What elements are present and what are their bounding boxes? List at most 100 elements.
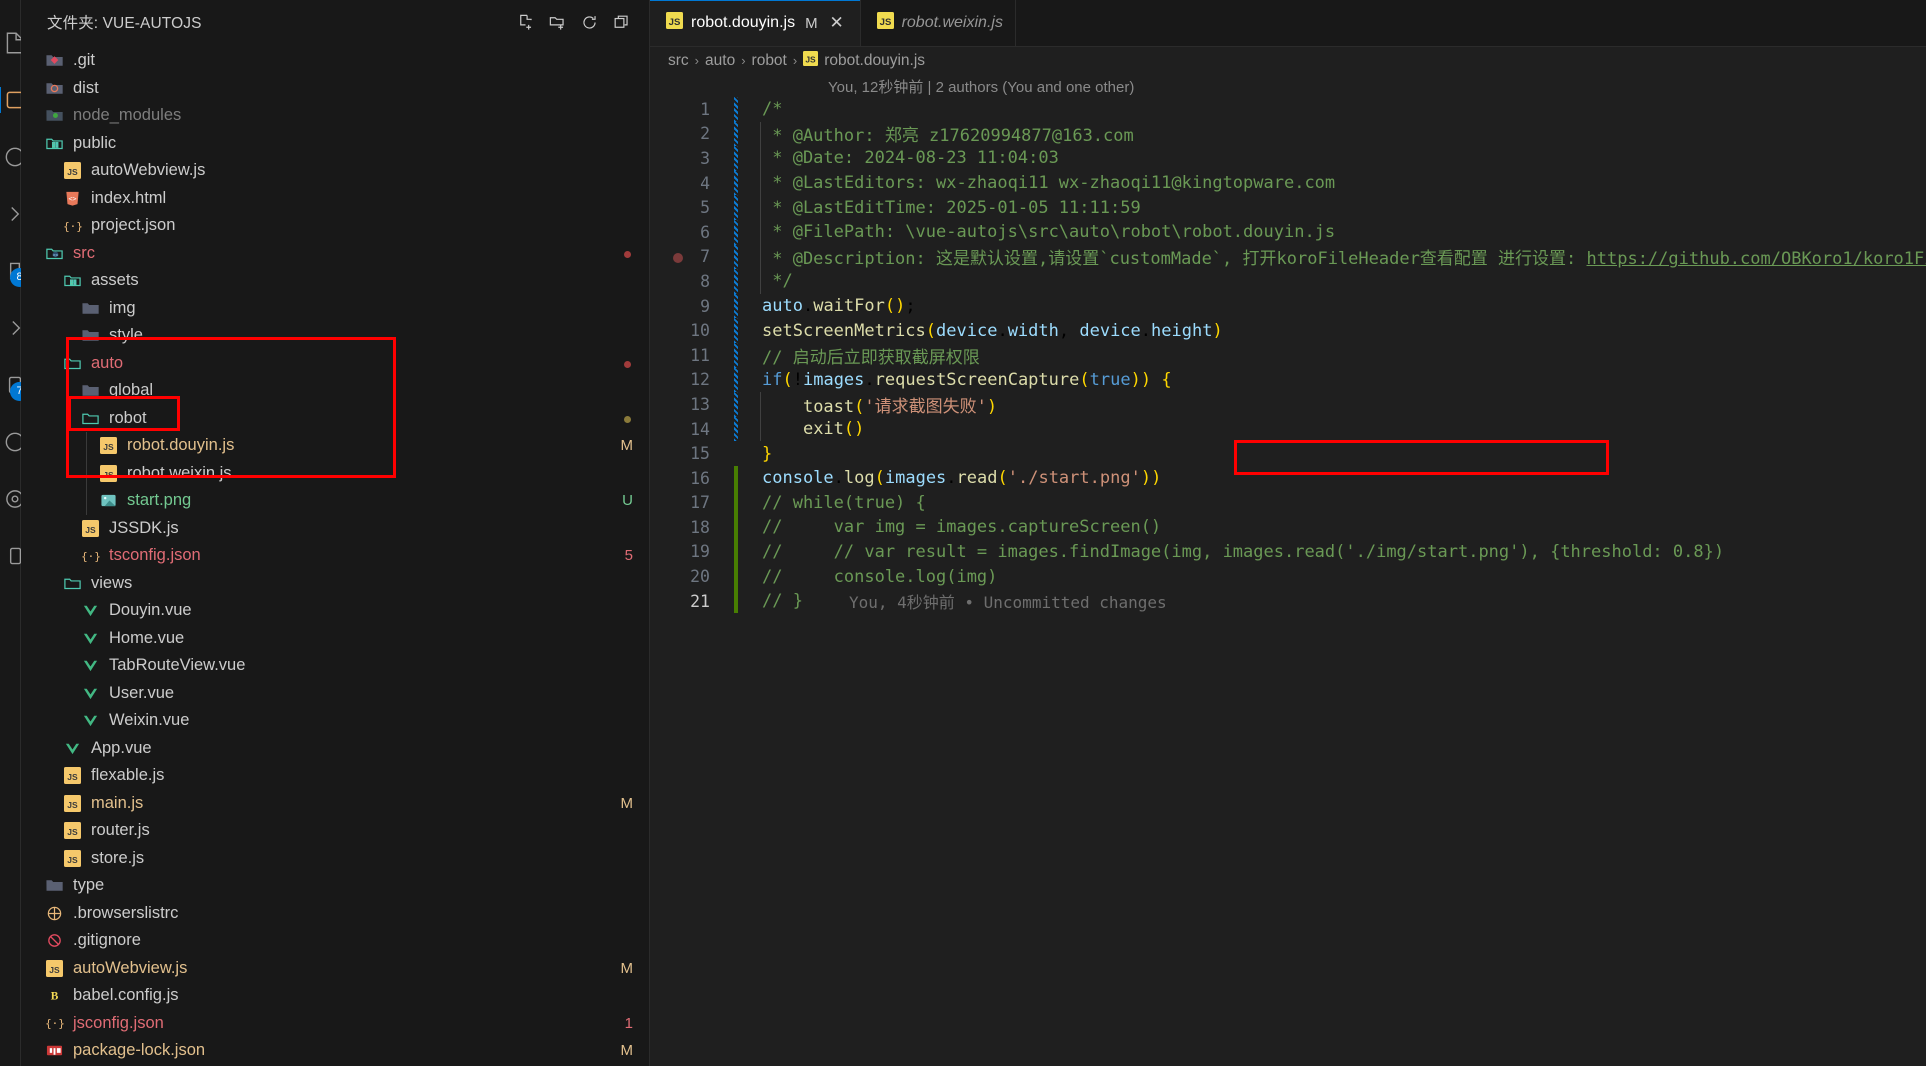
code-line[interactable]: 9 auto.waitFor(); xyxy=(650,293,1926,319)
tree-file-project-json[interactable]: {·} project.json xyxy=(21,212,649,240)
activitybar-item-testing[interactable]: 7 xyxy=(0,356,29,413)
code-line[interactable]: 15} xyxy=(650,441,1926,466)
tree-folder-node-modules[interactable]: node_modules xyxy=(21,102,649,130)
activitybar-item-more[interactable] xyxy=(0,527,22,584)
code-line[interactable]: 10 setScreenMetrics(device.width, device.… xyxy=(650,318,1926,343)
tree-file-tsconfig-json[interactable]: {·} tsconfig.json 5 xyxy=(21,542,649,570)
tab-robot-douyin-js[interactable]: JS robot.douyin.js M ✕ xyxy=(650,0,861,46)
tree-folder-src[interactable]: <> src xyxy=(21,240,649,268)
tree-file-tabrouteview-vue[interactable]: TabRouteView.vue xyxy=(21,652,649,680)
breadcrumb-item-robot[interactable]: robot xyxy=(752,52,787,70)
tree-folder-dist[interactable]: dist xyxy=(21,75,649,103)
code-line[interactable]: 12 if(!images.requestScreenCapture(true))… xyxy=(650,367,1926,393)
breadcrumb-item-auto[interactable]: auto xyxy=(705,52,735,70)
code-line[interactable]: 6 * @FilePath: \vue-autojs\src\auto\robo… xyxy=(650,219,1926,245)
svg-text:B: B xyxy=(51,991,59,1003)
tree-file-start-png[interactable]: start.png U xyxy=(21,487,649,515)
collapse-all-button[interactable] xyxy=(608,9,635,36)
js-icon: JS xyxy=(61,822,84,840)
breadcrumb-item-src[interactable]: src xyxy=(668,52,689,70)
tree-file-home-vue[interactable]: Home.vue xyxy=(21,625,649,653)
tree-folder-style[interactable]: style xyxy=(21,322,649,350)
new-folder-button[interactable] xyxy=(544,9,571,36)
tree-file-jssdk-js[interactable]: JS JSSDK.js xyxy=(21,515,649,543)
code-line[interactable]: 16 console.log(images.read('./start.png')… xyxy=(650,465,1926,491)
tree-item-label: store.js xyxy=(91,848,145,867)
code-line[interactable]: 17 // while(true) { xyxy=(650,490,1926,516)
activitybar-item-remote[interactable] xyxy=(0,299,21,356)
code-line[interactable]: 20 // console.log(img) xyxy=(650,564,1926,589)
code-text: * @Author: 郑亮 z17620994877@163.com xyxy=(762,126,1134,147)
editor-tab-bar: JS robot.douyin.js M ✕ JS robot.weixin.j… xyxy=(650,0,1926,47)
new-file-button[interactable] xyxy=(512,9,539,36)
tree-file-weixin-vue[interactable]: Weixin.vue xyxy=(21,707,649,735)
tree-file-babel-config-js[interactable]: Bbabel.config.js xyxy=(21,982,649,1010)
tree-file-index-html[interactable]: <> index.html xyxy=(21,185,649,213)
git-status-dot xyxy=(624,360,631,368)
activitybar-item-source-control[interactable] xyxy=(0,128,25,185)
svg-text:<>: <> xyxy=(53,253,59,258)
tree-file-robot-weixin-js[interactable]: JS robot.weixin.js xyxy=(21,459,649,488)
code-line[interactable]: 4 * @LastEditors: wx-zhaoqi11 wx-zhaoqi1… xyxy=(650,170,1926,196)
explorer-actions xyxy=(512,9,635,36)
tree-item-label: .gitignore xyxy=(73,931,141,950)
tree-file-router-js[interactable]: JS router.js xyxy=(21,817,649,845)
tree-file-douyin-vue[interactable]: Douyin.vue xyxy=(21,597,649,625)
tree-item-label: dist xyxy=(73,78,99,97)
tree-folder-public[interactable]: public xyxy=(21,130,649,158)
assets-icon xyxy=(61,271,84,290)
code-line[interactable]: 2 * @Author: 郑亮 z17620994877@163.com xyxy=(650,121,1926,147)
tree-file-browserslistrc[interactable]: .browserslistrc xyxy=(21,900,649,928)
tree-folder-img[interactable]: img xyxy=(21,295,649,323)
tree-file-autowebview-js[interactable]: JS autoWebview.js xyxy=(21,157,649,185)
tree-folder-global[interactable]: global xyxy=(21,377,649,405)
vue-icon xyxy=(61,740,84,757)
tree-file-gitignore[interactable]: .gitignore xyxy=(21,927,649,955)
tree-folder-assets[interactable]: assets xyxy=(21,267,649,295)
breadcrumb-item-file[interactable]: JS robot.douyin.js xyxy=(803,50,925,71)
tree-folder-views[interactable]: views xyxy=(21,570,649,598)
line-number: 11 xyxy=(690,345,710,365)
activitybar-item-search[interactable] xyxy=(0,71,24,128)
tree-file-main-js[interactable]: JS main.js M xyxy=(21,790,649,818)
tree-file-autowebview-js[interactable]: JS autoWebview.js M xyxy=(21,955,649,983)
activitybar-item-settings[interactable] xyxy=(0,470,24,527)
tree-file-store-js[interactable]: JS store.js xyxy=(21,845,649,873)
code-line[interactable]: 13 toast('请求截图失败') xyxy=(650,392,1926,417)
refresh-button[interactable] xyxy=(576,9,603,36)
code-line[interactable]: 1 /* xyxy=(650,97,1926,122)
tree-file-app-vue[interactable]: App.vue xyxy=(21,735,649,763)
code-line[interactable]: 11 // 启动后立即获取截屏权限 xyxy=(650,342,1926,368)
code-line[interactable]: 14 exit() xyxy=(650,416,1926,442)
tree-folder-robot[interactable]: robot xyxy=(21,405,649,433)
code-line[interactable]: 18 // var img = images.captureScreen() xyxy=(650,515,1926,540)
tree-file-flexable-js[interactable]: JS flexable.js xyxy=(21,762,649,790)
activitybar-item-run-debug[interactable] xyxy=(0,185,20,242)
code-text: /* xyxy=(762,99,783,120)
code-line[interactable]: 7 * @Description: 这是默认设置,请设置`customMade`… xyxy=(650,244,1926,269)
tree-folder-type[interactable]: type xyxy=(21,872,649,900)
tree-file-robot-douyin-js[interactable]: JS robot.douyin.js M xyxy=(21,432,649,460)
breadcrumb-label: robot xyxy=(751,51,787,69)
code-line[interactable]: 8 */ xyxy=(650,269,1926,294)
code-line[interactable]: 21 // } You, 4秒钟前 • Uncommitted changes xyxy=(650,588,1926,614)
breakpoint-icon[interactable] xyxy=(673,252,683,263)
tree-file-user-vue[interactable]: User.vue xyxy=(21,680,649,708)
tree-folder-auto[interactable]: auto xyxy=(21,350,649,378)
code-line[interactable]: 3 * @Date: 2024-08-23 11:04:03 xyxy=(650,146,1926,171)
code-line[interactable]: 5 * @LastEditTime: 2025-01-05 11:11:59 xyxy=(650,195,1926,220)
file-tree[interactable]: .git dist node_modules public JS autoWebview.… xyxy=(21,44,649,1066)
tree-file-jsconfig-json[interactable]: {·} jsconfig.json 1 xyxy=(21,1010,649,1038)
code-lines[interactable]: 1/* 2 * @Author: 郑亮 z17620994877@163.com 3… xyxy=(650,97,1926,614)
code-line[interactable]: 19 // // var result = images.findImage(im… xyxy=(650,539,1926,565)
code-editor[interactable]: You, 12秒钟前 | 2 authors (You and one othe… xyxy=(650,74,1926,1066)
activitybar-item-account[interactable] xyxy=(0,413,25,470)
activitybar-item-explorer[interactable] xyxy=(0,14,24,71)
babel-icon: B xyxy=(43,987,66,1004)
close-icon[interactable]: ✕ xyxy=(826,12,848,34)
breadcrumb[interactable]: src › auto › robot › JS robot.douyin.js xyxy=(650,47,1926,74)
tree-folder-git[interactable]: .git xyxy=(21,47,649,75)
tree-file-package-lock-json[interactable]: package-lock.json M xyxy=(21,1037,649,1065)
tab-robot-weixin-js[interactable]: JS robot.weixin.js xyxy=(861,0,1016,46)
activitybar-item-extensions[interactable]: 8 xyxy=(0,242,29,299)
